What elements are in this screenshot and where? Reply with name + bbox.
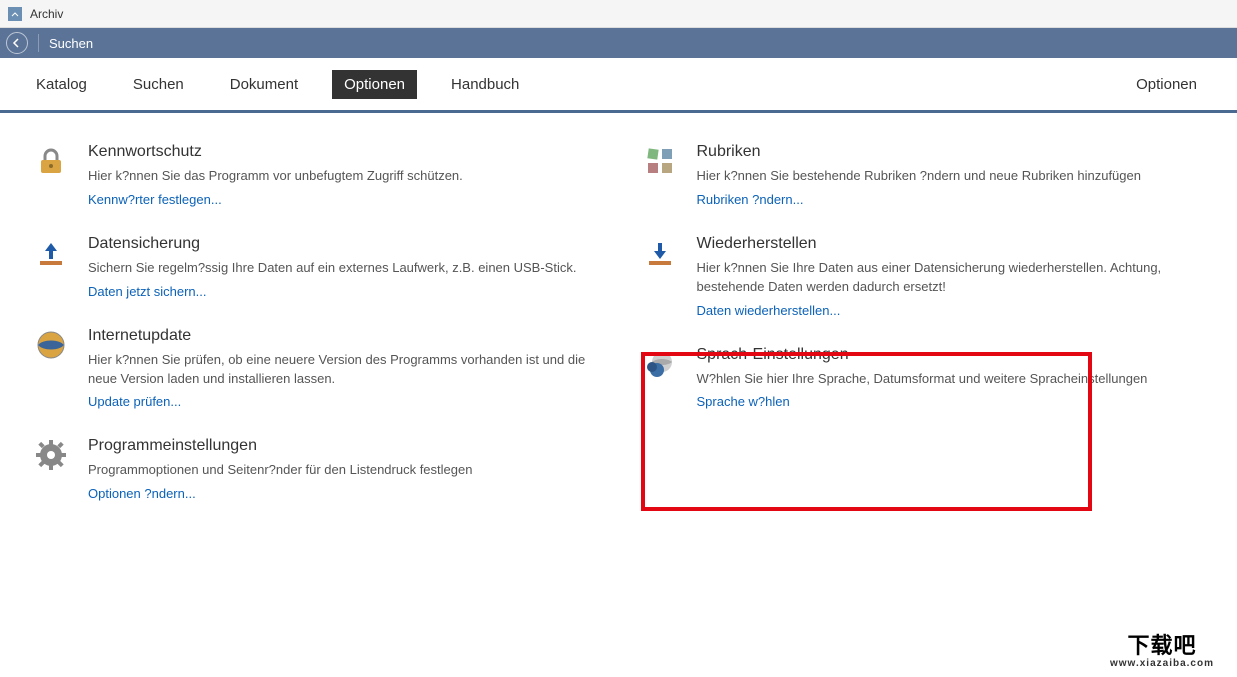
link-daten-sichern[interactable]: Daten jetzt sichern...	[88, 284, 207, 299]
download-icon	[639, 235, 681, 318]
titlebar: Archiv	[0, 0, 1237, 28]
tab-dokument[interactable]: Dokument	[218, 70, 310, 99]
navbar-divider	[38, 34, 39, 52]
link-sprache-waehlen[interactable]: Sprache w?hlen	[697, 394, 790, 409]
back-button[interactable]	[6, 32, 28, 54]
card-desc: Sichern Sie regelm?ssig Ihre Daten auf e…	[88, 259, 599, 278]
card-wiederherstellen: Wiederherstellen Hier k?nnen Sie Ihre Da…	[639, 235, 1208, 318]
navbar-search[interactable]: Suchen	[49, 36, 93, 51]
card-programmeinstellungen: Programmeinstellungen Programmoptionen u…	[30, 437, 599, 501]
left-column: Kennwortschutz Hier k?nnen Sie das Progr…	[30, 143, 599, 529]
card-desc: Hier k?nnen Sie das Programm vor unbefug…	[88, 167, 599, 186]
tab-katalog[interactable]: Katalog	[24, 70, 99, 99]
card-desc: W?hlen Sie hier Ihre Sprache, Datumsform…	[697, 370, 1208, 389]
card-title: Rubriken	[697, 143, 1208, 161]
watermark-text: 下载吧	[1127, 628, 1196, 660]
card-title: Wiederherstellen	[697, 235, 1208, 253]
app-icon	[8, 7, 22, 21]
page-title-right: Optionen	[1136, 76, 1213, 93]
tab-optionen[interactable]: Optionen	[332, 70, 417, 99]
globe-icon	[30, 327, 72, 410]
card-title: Sprach-Einstellungen	[697, 346, 1208, 364]
card-title: Kennwortschutz	[88, 143, 599, 161]
right-column: Rubriken Hier k?nnen Sie bestehende Rubr…	[639, 143, 1208, 529]
card-internetupdate: Internetupdate Hier k?nnen Sie prüfen, o…	[30, 327, 599, 410]
link-daten-wiederherstellen[interactable]: Daten wiederherstellen...	[697, 303, 841, 318]
tabs-left: Katalog Suchen Dokument Optionen Handbuc…	[24, 58, 531, 110]
card-desc: Hier k?nnen Sie Ihre Daten aus einer Dat…	[697, 259, 1208, 297]
tabbar: Katalog Suchen Dokument Optionen Handbuc…	[0, 58, 1237, 113]
card-desc: Hier k?nnen Sie prüfen, ob eine neuere V…	[88, 351, 599, 389]
card-title: Programmeinstellungen	[88, 437, 599, 455]
card-rubriken: Rubriken Hier k?nnen Sie bestehende Rubr…	[639, 143, 1208, 207]
tab-suchen[interactable]: Suchen	[121, 70, 196, 99]
upload-icon	[30, 235, 72, 299]
content: Kennwortschutz Hier k?nnen Sie das Progr…	[0, 113, 1237, 529]
tab-handbuch[interactable]: Handbuch	[439, 70, 531, 99]
watermark: 下载吧 www.xiazaiba.com	[1087, 619, 1237, 677]
language-globe-icon	[639, 346, 681, 410]
card-desc: Programmoptionen und Seitenr?nder für de…	[88, 461, 599, 480]
card-kennwortschutz: Kennwortschutz Hier k?nnen Sie das Progr…	[30, 143, 599, 207]
card-desc: Hier k?nnen Sie bestehende Rubriken ?nde…	[697, 167, 1208, 186]
tiles-icon	[639, 143, 681, 207]
navbar: Suchen	[0, 28, 1237, 58]
link-update-pruefen[interactable]: Update prüfen...	[88, 394, 181, 409]
window-title: Archiv	[30, 7, 63, 21]
watermark-url: www.xiazaiba.com	[1110, 658, 1214, 669]
link-optionen-aendern[interactable]: Optionen ?ndern...	[88, 486, 196, 501]
card-title: Datensicherung	[88, 235, 599, 253]
link-rubriken-aendern[interactable]: Rubriken ?ndern...	[697, 192, 804, 207]
lock-icon	[30, 143, 72, 207]
card-spracheinstellungen: Sprach-Einstellungen W?hlen Sie hier Ihr…	[639, 346, 1208, 410]
card-title: Internetupdate	[88, 327, 599, 345]
gear-icon	[30, 437, 72, 501]
link-kennwoerter-festlegen[interactable]: Kennw?rter festlegen...	[88, 192, 222, 207]
card-datensicherung: Datensicherung Sichern Sie regelm?ssig I…	[30, 235, 599, 299]
